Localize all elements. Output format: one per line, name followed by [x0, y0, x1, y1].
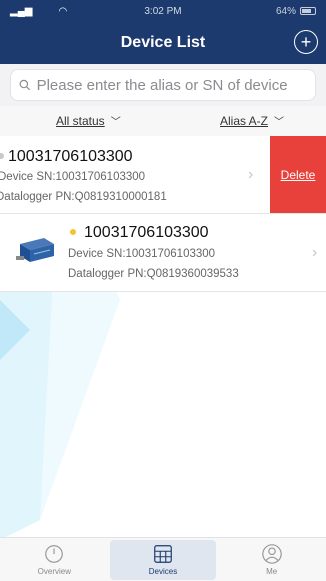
device-name: 10031706103300: [8, 148, 133, 165]
device-sn: Device SN:10031706103300: [0, 171, 146, 183]
gauge-icon: [45, 545, 64, 563]
sort-filter[interactable]: Alias A-Z ﹀: [220, 113, 285, 129]
add-device-button[interactable]: +: [294, 30, 318, 54]
device-row[interactable]: 10031706103300 Device SN:10031706103300 …: [0, 136, 326, 214]
datalogger-pn: Datalogger PN:Q0819360039533: [68, 268, 239, 280]
status-bar: ▂▄▆ ◠ 3:02 PM 64%: [0, 0, 326, 22]
device-list: 10031706103300 Device SN:10031706103300 …: [0, 136, 326, 292]
device-sn: Device SN:10031706103300: [68, 248, 216, 260]
device-row[interactable]: 10031706103300 Device SN:10031706103300 …: [0, 214, 326, 292]
filter-bar: All status ﹀ Alias A-Z ﹀: [0, 106, 326, 136]
status-dot: [70, 229, 76, 235]
search-icon: [19, 79, 31, 91]
device-grid-icon: [154, 545, 172, 563]
tab-label: Me: [266, 567, 278, 576]
search-box[interactable]: [10, 69, 316, 101]
device-name: 10031706103300: [84, 224, 209, 241]
sort-filter-label: Alias A-Z: [220, 113, 269, 128]
nav-header: Device List +: [0, 22, 326, 64]
chevron-right-icon: ›: [248, 166, 254, 183]
search-input[interactable]: [36, 76, 307, 94]
status-battery: 64%: [275, 5, 296, 17]
inverter-device-icon: [16, 238, 54, 262]
tab-bar: Overview Devices Me: [0, 537, 326, 581]
search-bar: [0, 64, 326, 106]
plus-circle-icon: +: [300, 32, 312, 52]
person-icon: [261, 544, 282, 564]
chevron-right-icon: ›: [312, 244, 318, 261]
status-dot: [0, 153, 4, 159]
tab-label: Devices: [148, 567, 178, 576]
tab-label: Overview: [37, 567, 71, 576]
tab-overview[interactable]: Overview: [1, 540, 107, 580]
chevron-down-icon: ﹀: [274, 117, 285, 128]
tab-devices[interactable]: Devices: [109, 539, 216, 580]
page-title: Device List: [120, 34, 206, 51]
datalogger-pn: Datalogger PN:Q0819310000181: [0, 191, 167, 203]
chevron-down-icon: ﹀: [110, 117, 121, 128]
status-filter-label: All status: [56, 113, 105, 128]
status-filter[interactable]: All status ﹀: [56, 113, 121, 129]
tab-me[interactable]: Me: [219, 540, 325, 580]
battery-icon: [300, 7, 316, 15]
delete-button[interactable]: Delete: [270, 136, 326, 213]
